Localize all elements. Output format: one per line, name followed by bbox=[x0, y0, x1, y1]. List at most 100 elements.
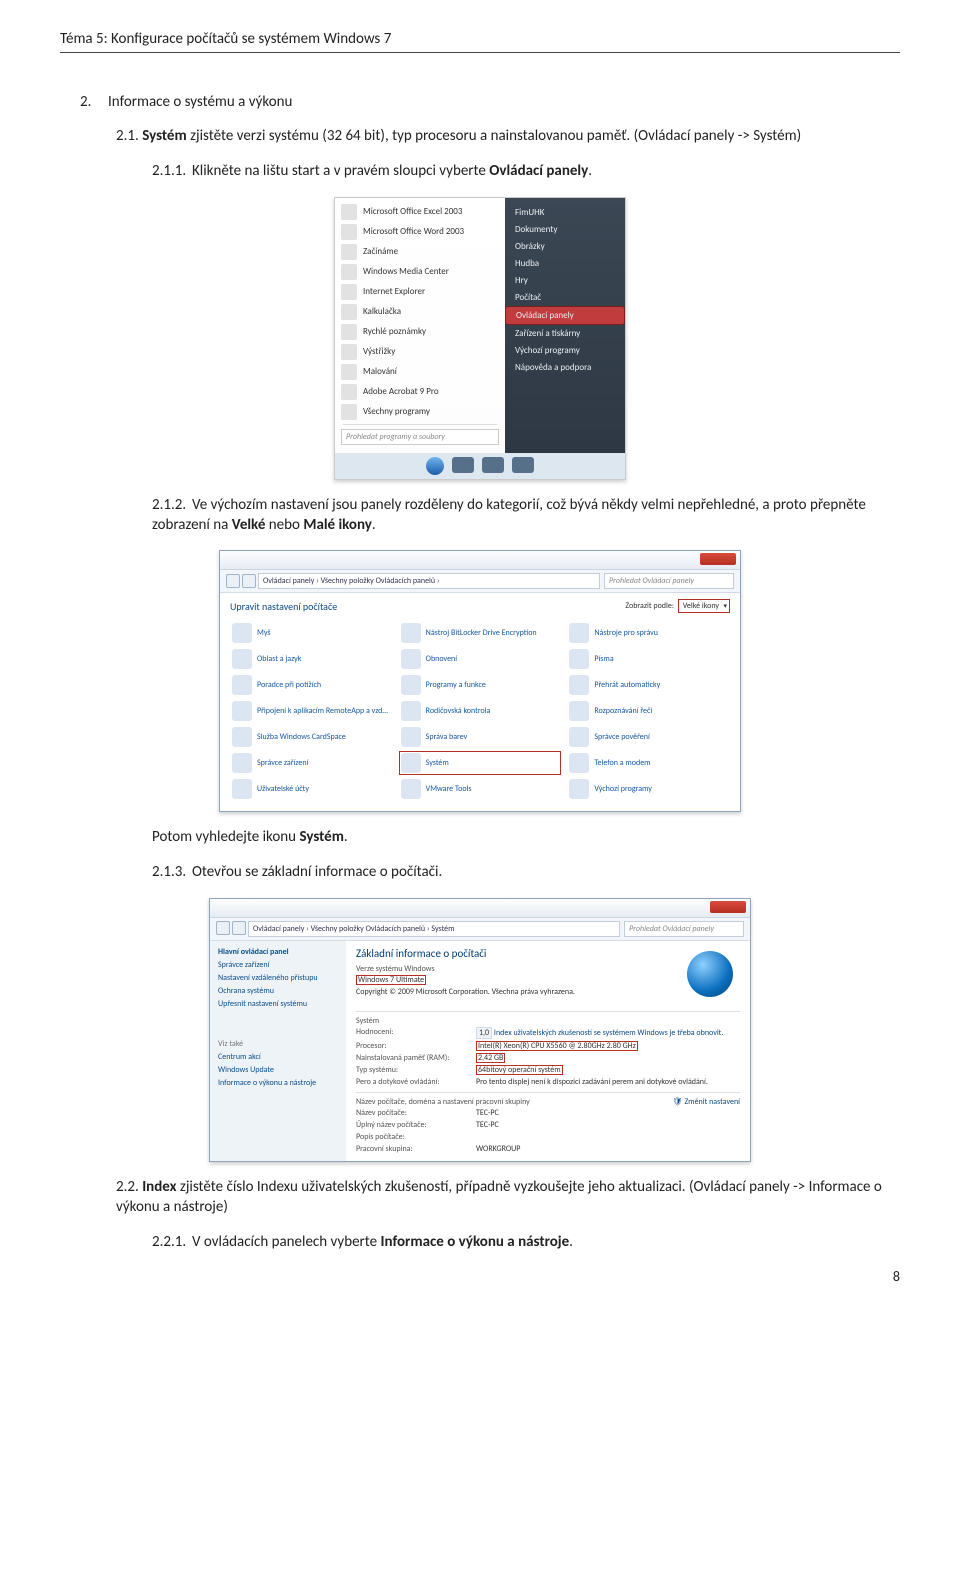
control-panel-item-label: Programy a funkce bbox=[426, 681, 486, 690]
control-panel-item[interactable]: Systém bbox=[399, 751, 562, 775]
app-icon bbox=[341, 304, 357, 320]
start-menu-item[interactable]: Microsoft Office Word 2003 bbox=[335, 222, 505, 242]
control-panel-grid: Myš Nástroj BitLocker Drive EncryptionNás… bbox=[220, 619, 740, 811]
control-panel-item-label: Správce pověření bbox=[594, 733, 650, 742]
control-panel-item-label: Uživatelské účty bbox=[257, 785, 309, 794]
control-panel-item[interactable]: Programy a funkce bbox=[399, 673, 562, 697]
app-icon bbox=[341, 264, 357, 280]
cpl-icon bbox=[232, 623, 252, 643]
control-panel-item[interactable]: Poradce při potížích bbox=[230, 673, 393, 697]
search-input[interactable]: Prohledat Ovládací panely bbox=[624, 921, 744, 937]
start-menu-item-label: Malování bbox=[363, 366, 397, 377]
start-menu-item[interactable]: Výstřižky bbox=[335, 342, 505, 362]
control-panel-item[interactable]: Písma bbox=[567, 647, 730, 671]
start-menu-right-item[interactable]: Hry bbox=[505, 272, 625, 289]
sidebar-link[interactable]: Nastavení vzdáleného přístupu bbox=[218, 973, 338, 983]
start-menu-item[interactable]: Internet Explorer bbox=[335, 282, 505, 302]
control-panel-item[interactable]: Správa barev bbox=[399, 725, 562, 749]
sidebar-link[interactable]: Centrum akcí bbox=[218, 1052, 338, 1062]
sidebar-link[interactable]: Správce zařízení bbox=[218, 960, 338, 970]
start-menu-right-item[interactable]: Nápověda a podpora bbox=[505, 359, 625, 376]
cpl-icon bbox=[401, 675, 421, 695]
control-panel-item[interactable]: Oblast a jazyk bbox=[230, 647, 393, 671]
start-search-input[interactable]: Prohledat programy a soubory bbox=[341, 429, 499, 445]
start-menu-item[interactable]: Adobe Acrobat 9 Pro bbox=[335, 382, 505, 402]
search-input[interactable]: Prohledat Ovládací panely bbox=[604, 573, 734, 589]
systype-value: 64bitový operační systém bbox=[476, 1065, 563, 1075]
start-menu-right-item[interactable]: Hudba bbox=[505, 255, 625, 272]
breadcrumb[interactable]: Ovládací panely › Všechny položky Ovláda… bbox=[248, 921, 620, 937]
item-2-1-2: 2.1.2.Ve výchozím nastavení jsou panely … bbox=[152, 495, 900, 536]
figure-system-window: Ovládací panely › Všechny položky Ovláda… bbox=[209, 898, 751, 1162]
start-menu-item[interactable]: Windows Media Center bbox=[335, 262, 505, 282]
control-panel-item[interactable]: Služba Windows CardSpace bbox=[230, 725, 393, 749]
nav-forward-icon[interactable] bbox=[232, 921, 246, 935]
taskbar-button[interactable] bbox=[452, 457, 474, 473]
cpl-icon bbox=[569, 779, 589, 799]
taskbar-button[interactable] bbox=[482, 457, 504, 473]
panel-heading: Upravit nastavení počítače bbox=[230, 600, 337, 613]
start-menu-item[interactable]: Všechny programy bbox=[335, 402, 505, 422]
start-menu-right-item[interactable]: Obrázky bbox=[505, 238, 625, 255]
app-icon bbox=[341, 284, 357, 300]
start-menu-right-item[interactable]: Dokumenty bbox=[505, 221, 625, 238]
control-panel-item-label: Oblast a jazyk bbox=[257, 655, 301, 664]
nav-back-icon[interactable] bbox=[216, 921, 230, 935]
change-settings-link[interactable]: 🛡 Změnit nastavení bbox=[672, 1097, 740, 1107]
view-selector[interactable]: Zobrazit podle: Velké ikony bbox=[625, 599, 730, 613]
close-icon[interactable] bbox=[700, 553, 736, 565]
item-2-1-3: 2.1.3.Otevřou se základní informace o po… bbox=[152, 862, 900, 882]
start-menu-item[interactable]: Kalkulačka bbox=[335, 302, 505, 322]
sidebar-link[interactable]: Upřesnit nastavení systému bbox=[218, 999, 338, 1009]
control-panel-item[interactable]: Uživatelské účty bbox=[230, 777, 393, 801]
close-icon[interactable] bbox=[710, 901, 746, 913]
app-icon bbox=[341, 224, 357, 240]
breadcrumb[interactable]: Ovládací panely › Všechny položky Ovláda… bbox=[258, 573, 600, 589]
start-menu-right-item[interactable]: Výchozí programy bbox=[505, 342, 625, 359]
control-panel-item[interactable]: Myš bbox=[230, 621, 393, 645]
cpl-icon bbox=[232, 779, 252, 799]
control-panel-item[interactable]: Správce pověření bbox=[567, 725, 730, 749]
control-panel-item-label: Přehrát automaticky bbox=[594, 681, 660, 690]
start-menu-right-item[interactable]: Počítač bbox=[505, 289, 625, 306]
nav-forward-icon[interactable] bbox=[242, 574, 256, 588]
start-orb-icon[interactable] bbox=[426, 457, 444, 475]
start-menu-right-item[interactable]: Zařízení a tiskárny bbox=[505, 325, 625, 342]
control-panel-item[interactable]: Správce zařízení bbox=[230, 751, 393, 775]
start-menu-item-label: Výstřižky bbox=[363, 346, 395, 357]
control-panel-item[interactable]: Telefon a modem bbox=[567, 751, 730, 775]
view-dropdown: Velké ikony bbox=[678, 599, 730, 613]
control-panel-item[interactable]: Rodičovská kontrola bbox=[399, 699, 562, 723]
figure-control-panel: Ovládací panely › Všechny položky Ovláda… bbox=[219, 550, 741, 812]
control-panel-item-label: Písma bbox=[594, 655, 613, 664]
start-menu-item-label: Rychlé poznámky bbox=[363, 326, 426, 337]
start-menu-right-item[interactable]: FimUHK bbox=[505, 204, 625, 221]
header-rule bbox=[60, 52, 900, 53]
start-menu-item-label: Kalkulačka bbox=[363, 306, 401, 317]
control-panel-item[interactable]: Rozpoznávání řeči bbox=[567, 699, 730, 723]
start-menu-right-item[interactable]: Ovládací panely bbox=[505, 306, 625, 325]
sidebar-link[interactable]: Windows Update bbox=[218, 1065, 338, 1075]
section-2-heading: 2.Informace o systému a výkonu bbox=[80, 93, 900, 111]
taskbar-button[interactable] bbox=[512, 457, 534, 473]
start-menu-item[interactable]: Začínáme bbox=[335, 242, 505, 262]
start-menu-item[interactable]: Malování bbox=[335, 362, 505, 382]
start-menu-item-label: Internet Explorer bbox=[363, 286, 425, 297]
control-panel-item[interactable]: Nástroj BitLocker Drive Encryption bbox=[399, 621, 562, 645]
control-panel-item[interactable]: Obnovení bbox=[399, 647, 562, 671]
control-panel-item-label: Obnovení bbox=[426, 655, 457, 664]
nav-back-icon[interactable] bbox=[226, 574, 240, 588]
sidebar-link[interactable]: Ochrana systému bbox=[218, 986, 338, 996]
windows-edition: Windows 7 Ultimate bbox=[356, 975, 426, 985]
control-panel-item[interactable]: Přehrát automaticky bbox=[567, 673, 730, 697]
sidebar-link[interactable]: Informace o výkonu a nástroje bbox=[218, 1078, 338, 1088]
start-menu-item[interactable]: Microsoft Office Excel 2003 bbox=[335, 202, 505, 222]
control-panel-item[interactable]: Připojení k aplikacím RemoteApp a vzd… bbox=[230, 699, 393, 723]
start-menu-item-label: Windows Media Center bbox=[363, 266, 449, 277]
control-panel-item[interactable]: VMware Tools bbox=[399, 777, 562, 801]
control-panel-item[interactable]: Nástroje pro správu bbox=[567, 621, 730, 645]
window-titlebar bbox=[210, 899, 750, 918]
start-menu-item[interactable]: Rychlé poznámky bbox=[335, 322, 505, 342]
control-panel-item-label: Myš bbox=[257, 629, 271, 638]
control-panel-item[interactable]: Výchozí programy bbox=[567, 777, 730, 801]
